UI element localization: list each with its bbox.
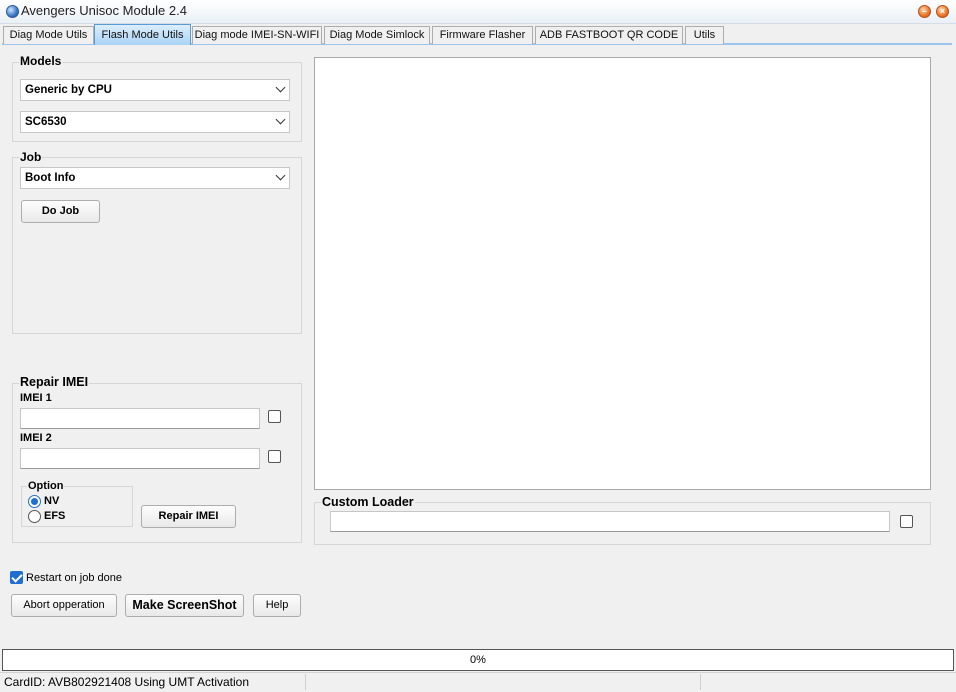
abort-button[interactable]: Abort opperation (11, 594, 117, 617)
brand-select[interactable]: Generic by CPU (20, 79, 290, 101)
cpu-select[interactable]: SC6530 (20, 111, 290, 133)
job-select-value: Boot Info (25, 172, 76, 184)
tab-flash-mode-utils[interactable]: Flash Mode Utils (94, 24, 191, 45)
imei2-label: IMEI 2 (20, 432, 52, 444)
chevron-down-icon (275, 114, 286, 125)
restart-on-job-done-label: Restart on job done (26, 572, 123, 584)
option-label: Option (27, 480, 65, 492)
option-efs-radio[interactable] (28, 510, 41, 523)
do-job-button[interactable]: Do Job (21, 200, 100, 223)
brand-select-value: Generic by CPU (25, 84, 112, 96)
status-divider (700, 674, 701, 690)
tab-diag-mode-utils[interactable]: Diag Mode Utils (3, 26, 94, 44)
models-label: Models (19, 54, 63, 68)
custom-loader-input[interactable] (330, 511, 890, 532)
progress-bar: 0% (2, 649, 954, 671)
restart-on-job-done-checkbox[interactable] (10, 571, 23, 584)
job-select[interactable]: Boot Info (20, 167, 290, 189)
status-divider (305, 674, 306, 690)
chevron-down-icon (275, 82, 286, 93)
imei1-input[interactable] (20, 408, 260, 429)
tab-firmware-flasher[interactable]: Firmware Flasher (432, 26, 533, 44)
make-screenshot-button[interactable]: Make ScreenShot (125, 594, 244, 617)
minimize-icon[interactable]: – (918, 5, 931, 18)
chevron-down-icon (275, 170, 286, 181)
cpu-select-value: SC6530 (25, 116, 67, 128)
window-title: Avengers Unisoc Module 2.4 (21, 3, 187, 18)
job-label: Job (19, 150, 43, 164)
imei2-checkbox[interactable] (268, 450, 281, 463)
option-efs-label: EFS (44, 510, 66, 522)
app-icon (6, 5, 19, 18)
imei2-input[interactable] (20, 448, 260, 469)
status-text: CardID: AVB802921408 Using UMT Activatio… (4, 675, 250, 689)
log-output[interactable] (314, 57, 931, 490)
imei1-label: IMEI 1 (20, 392, 52, 404)
help-button[interactable]: Help (253, 594, 301, 617)
progress-text: 0% (470, 654, 486, 666)
imei1-checkbox[interactable] (268, 410, 281, 423)
option-nv-radio[interactable] (28, 495, 41, 508)
close-icon[interactable]: × (936, 5, 949, 18)
repair-imei-button[interactable]: Repair IMEI (141, 505, 236, 528)
repair-imei-label: Repair IMEI (19, 375, 90, 389)
custom-loader-checkbox[interactable] (900, 515, 913, 528)
custom-loader-label: Custom Loader (321, 495, 415, 509)
tab-adb-fastboot-qr-code[interactable]: ADB FASTBOOT QR CODE (535, 26, 683, 44)
tab-diag-mode-simlock[interactable]: Diag Mode Simlock (324, 26, 430, 44)
option-nv-label: NV (44, 495, 60, 507)
tab-utils[interactable]: Utils (685, 26, 724, 44)
tab-diag-mode-imei-sn-wifi[interactable]: Diag mode IMEI-SN-WIFI (192, 26, 322, 44)
